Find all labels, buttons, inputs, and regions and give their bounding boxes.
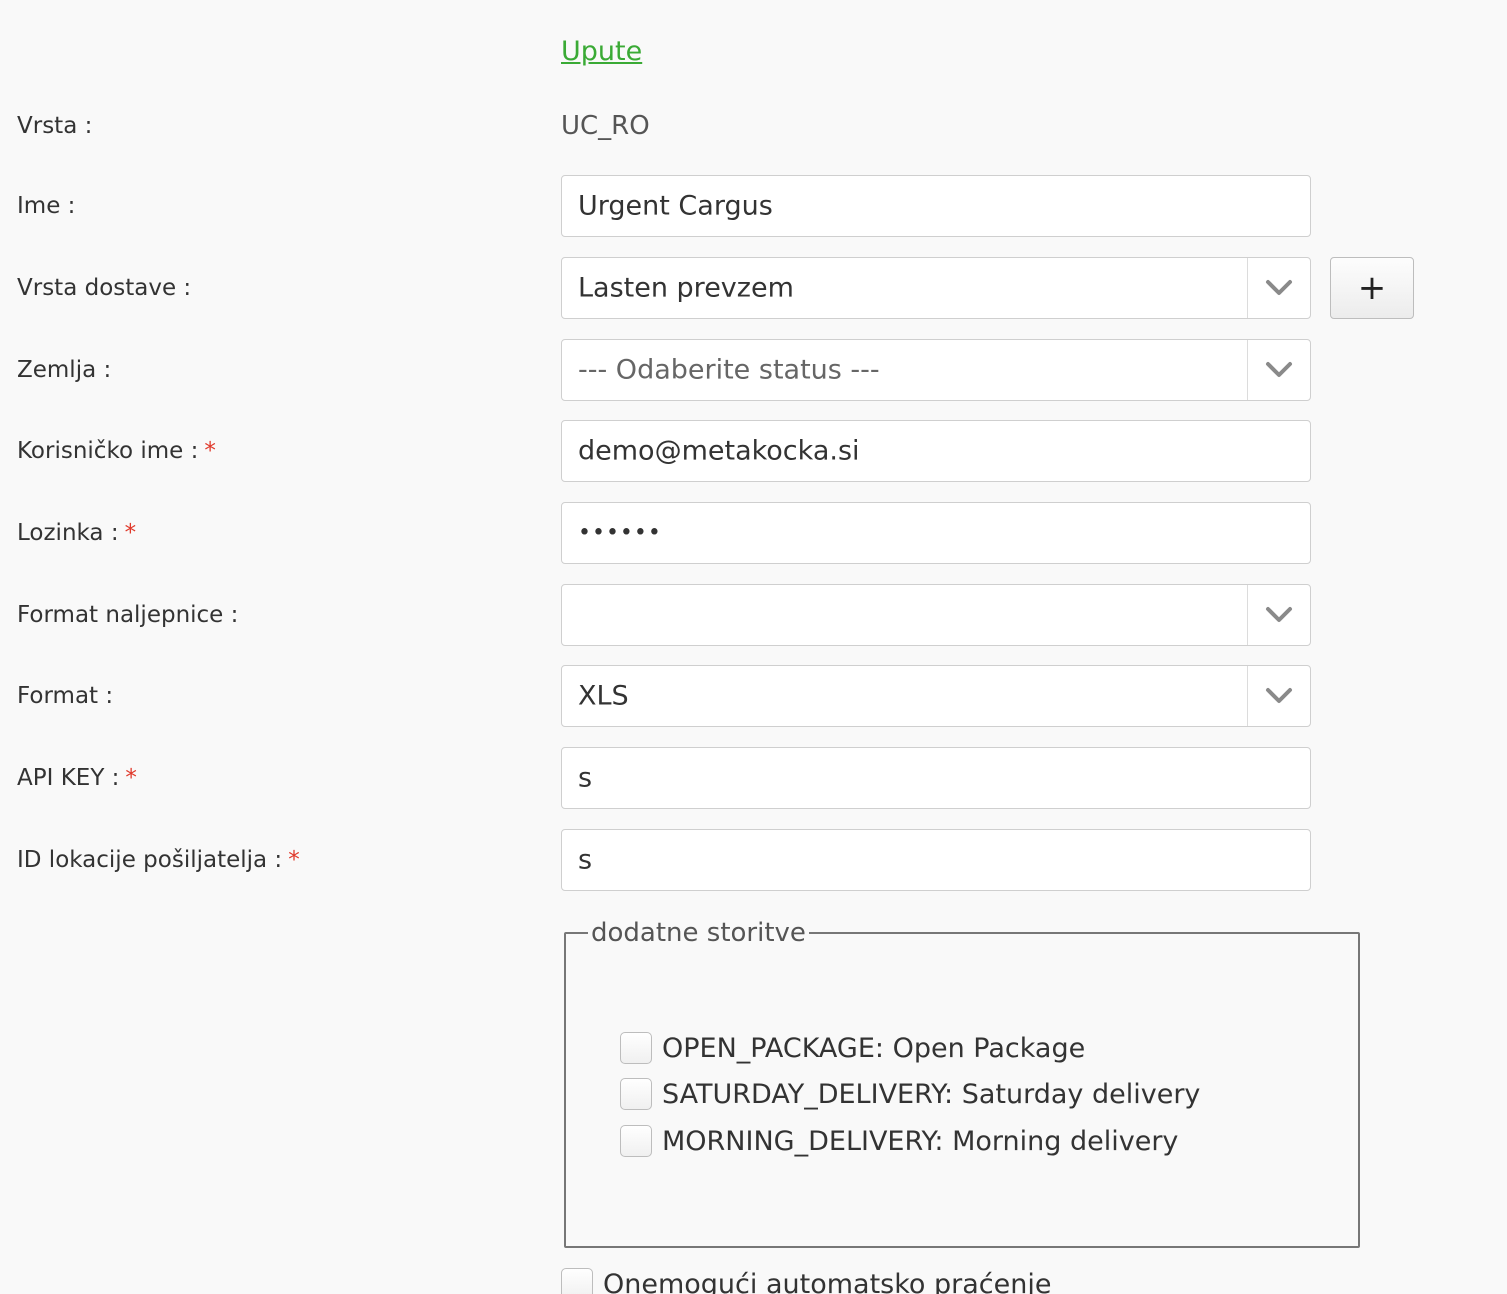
format-value: XLS	[578, 680, 629, 712]
plus-icon: +	[1357, 268, 1387, 308]
api-key-label: API KEY : *	[17, 765, 137, 791]
ime-input-value: Urgent Cargus	[578, 190, 773, 222]
open-package-checkbox[interactable]	[620, 1032, 652, 1064]
id-lokacije-input[interactable]: s	[561, 829, 1311, 891]
api-key-input[interactable]: s	[561, 747, 1311, 809]
korisnicko-ime-input[interactable]: demo@metakocka.si	[561, 420, 1311, 482]
delivery-settings-form: Upute Vrsta : UC_RO Ime : Urgent Cargus …	[0, 0, 1507, 1294]
korisnicko-ime-label-text: Korisničko ime :	[17, 438, 199, 464]
row-korisnicko-ime: Korisničko ime : * demo@metakocka.si	[0, 420, 1507, 482]
row-vrsta-dostave: Vrsta dostave : Lasten prevzem +	[0, 257, 1507, 319]
row-ime: Ime : Urgent Cargus	[0, 175, 1507, 237]
api-key-value: s	[578, 762, 593, 794]
chevron-down-icon	[1266, 280, 1292, 295]
add-delivery-type-button[interactable]: +	[1330, 257, 1414, 319]
upute-link[interactable]: Upute	[561, 36, 642, 67]
vrsta-dostave-select[interactable]: Lasten prevzem	[561, 257, 1311, 319]
row-format-naljepnice: Format naljepnice :	[0, 584, 1507, 646]
vrsta-dostave-label: Vrsta dostave :	[17, 275, 192, 301]
id-lokacije-label: ID lokacije pošiljatelja : *	[17, 847, 300, 873]
zemlja-select[interactable]: --- Odaberite status ---	[561, 339, 1311, 401]
ime-input[interactable]: Urgent Cargus	[561, 175, 1311, 237]
zemlja-dropdown-toggle[interactable]	[1247, 340, 1310, 400]
format-select[interactable]: XLS	[561, 665, 1311, 727]
id-lokacije-value: s	[578, 844, 593, 876]
saturday-delivery-checkbox[interactable]	[620, 1078, 652, 1110]
row-lozinka: Lozinka : * ••••••	[0, 502, 1507, 564]
id-lokacije-label-text: ID lokacije pošiljatelja :	[17, 847, 283, 873]
format-label: Format :	[17, 683, 114, 709]
vrsta-dostave-value: Lasten prevzem	[578, 272, 794, 304]
zemlja-placeholder: --- Odaberite status ---	[578, 354, 880, 386]
service-option-saturday-delivery[interactable]: SATURDAY_DELIVERY: Saturday delivery	[620, 1076, 1200, 1112]
additional-services-legend: dodatne storitve	[591, 918, 806, 948]
row-format: Format : XLS	[0, 665, 1507, 727]
required-marker: *	[288, 847, 300, 873]
service-option-open-package[interactable]: OPEN_PACKAGE: Open Package	[620, 1030, 1085, 1066]
row-vrsta: Vrsta : UC_RO	[0, 95, 1507, 157]
disable-tracking-checkbox[interactable]	[561, 1268, 593, 1294]
chevron-down-icon	[1266, 607, 1292, 622]
format-naljepnice-dropdown-toggle[interactable]	[1247, 585, 1310, 645]
row-api-key: API KEY : * s	[0, 747, 1507, 809]
korisnicko-ime-value: demo@metakocka.si	[578, 435, 860, 467]
lozinka-input[interactable]: ••••••	[561, 502, 1311, 564]
chevron-down-icon	[1266, 362, 1292, 377]
disable-tracking-label: Onemogući automatsko praćenje	[603, 1268, 1052, 1294]
open-package-label: OPEN_PACKAGE: Open Package	[662, 1032, 1086, 1064]
format-naljepnice-select[interactable]	[561, 584, 1311, 646]
vrsta-label: Vrsta :	[17, 113, 93, 139]
row-zemlja: Zemlja : --- Odaberite status ---	[0, 339, 1507, 401]
morning-delivery-checkbox[interactable]	[620, 1125, 652, 1157]
lozinka-label-text: Lozinka :	[17, 520, 119, 546]
required-marker: *	[124, 520, 137, 546]
lozinka-value: ••••••	[578, 520, 662, 546]
korisnicko-ime-label: Korisničko ime : *	[17, 438, 216, 464]
row-id-lokacije: ID lokacije pošiljatelja : * s	[0, 829, 1507, 891]
vrsta-value: UC_RO	[561, 111, 650, 141]
required-marker: *	[125, 765, 137, 791]
required-marker: *	[204, 438, 216, 464]
service-option-morning-delivery[interactable]: MORNING_DELIVERY: Morning delivery	[620, 1123, 1178, 1159]
ime-label: Ime :	[17, 193, 76, 219]
vrsta-dostave-dropdown-toggle[interactable]	[1247, 258, 1310, 318]
lozinka-label: Lozinka : *	[17, 520, 136, 546]
disable-tracking-option[interactable]: Onemogući automatsko praćenje	[561, 1266, 1051, 1294]
chevron-down-icon	[1266, 688, 1292, 703]
zemlja-label: Zemlja :	[17, 357, 112, 383]
morning-delivery-label: MORNING_DELIVERY: Morning delivery	[662, 1125, 1179, 1157]
saturday-delivery-label: SATURDAY_DELIVERY: Saturday delivery	[662, 1078, 1201, 1110]
format-dropdown-toggle[interactable]	[1247, 666, 1310, 726]
format-naljepnice-label: Format naljepnice :	[17, 602, 239, 628]
api-key-label-text: API KEY :	[17, 765, 120, 791]
